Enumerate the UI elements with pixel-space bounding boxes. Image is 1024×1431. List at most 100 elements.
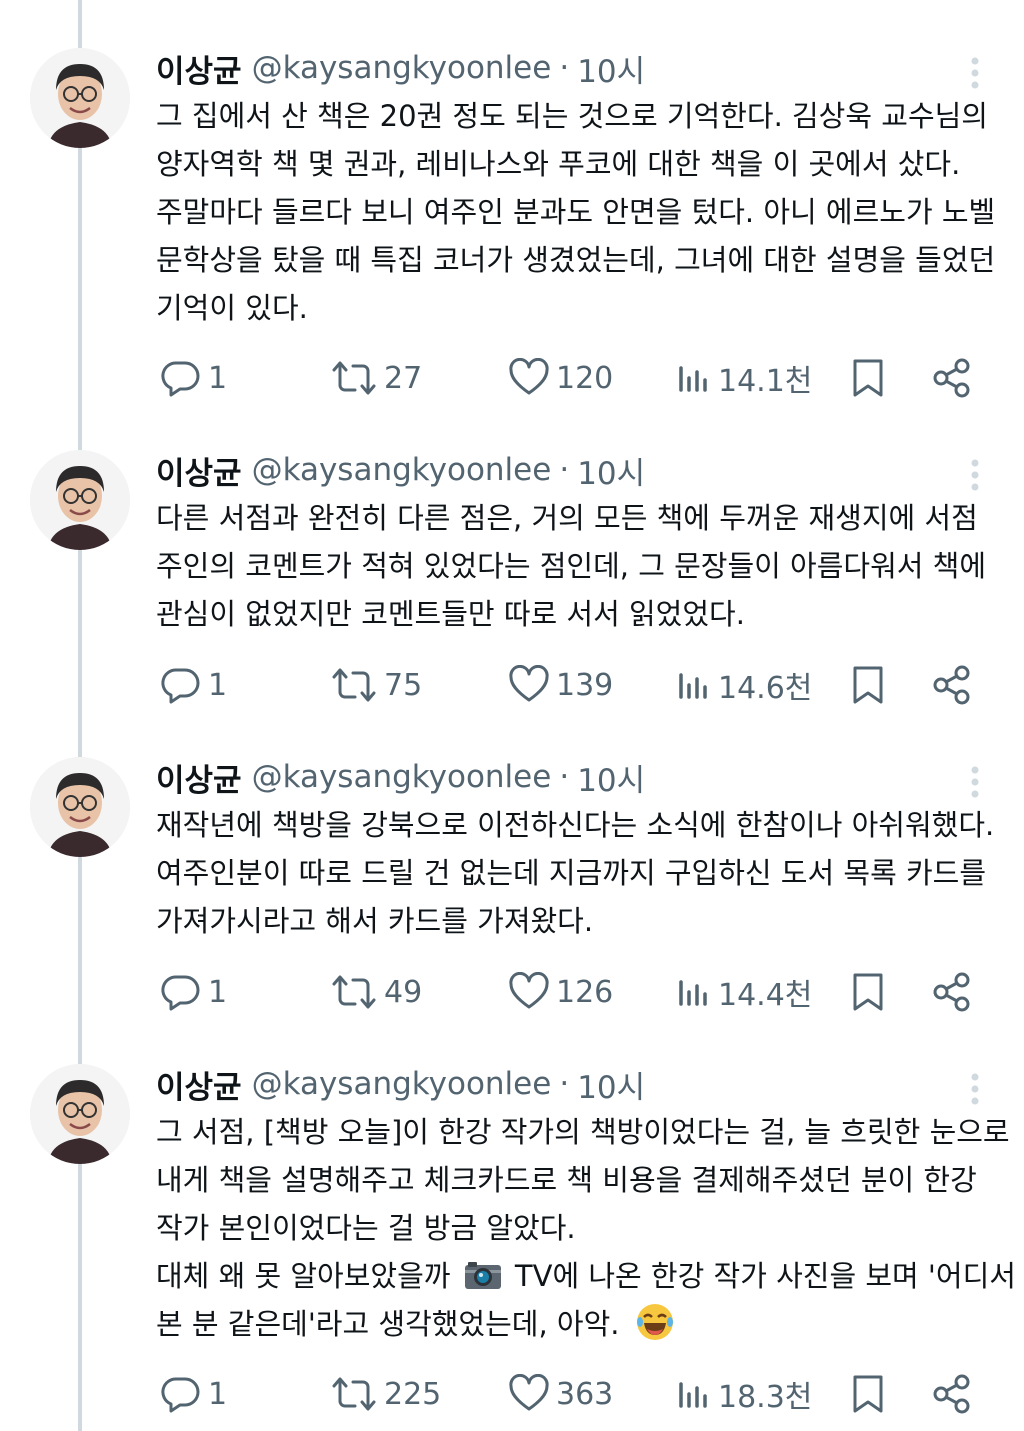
like-button[interactable]: 126: [508, 967, 613, 1017]
reply-icon: [160, 972, 202, 1012]
share-icon: [930, 664, 974, 706]
bookmark-button[interactable]: [850, 967, 886, 1017]
heart-icon: [508, 972, 550, 1012]
reply-count: 1: [208, 974, 228, 1010]
user-handle[interactable]: @kaysangkyoonlee: [252, 50, 552, 86]
retweet-icon: [330, 358, 378, 398]
views-icon: [676, 358, 712, 398]
text-segment: 대체 왜 못 알아보았을까: [156, 1259, 451, 1293]
views-icon: [676, 1374, 712, 1414]
share-button[interactable]: [930, 967, 974, 1017]
display-name[interactable]: 이상균: [156, 448, 242, 493]
heart-icon: [508, 358, 550, 398]
reply-icon: [160, 665, 202, 705]
bookmark-icon: [850, 1373, 886, 1415]
more-vertical-icon[interactable]: [960, 765, 990, 799]
action-bar: 1 225 363 18.3천: [0, 1369, 1024, 1419]
text-line: 그 집에서 산 책은 20권 정도 되는 것으로 기억한다. 김상욱 교수님의: [156, 99, 988, 133]
share-button[interactable]: [930, 1369, 974, 1419]
timestamp[interactable]: 10시: [577, 1062, 645, 1107]
retweet-button[interactable]: 75: [330, 660, 422, 710]
share-icon: [930, 971, 974, 1013]
bookmark-button[interactable]: [850, 1369, 886, 1419]
views-count: 18.3천: [718, 1380, 813, 1415]
avatar[interactable]: [30, 757, 130, 857]
timestamp[interactable]: 10시: [577, 448, 645, 493]
retweet-button[interactable]: 225: [330, 1369, 441, 1419]
laughing-emoji: [635, 1302, 675, 1342]
action-bar: 1 27 120 14.1천: [0, 353, 1024, 403]
user-handle[interactable]: @kaysangkyoonlee: [252, 759, 552, 795]
text-line: 문학상을 탔을 때 특집 코너가 생겼었는데, 그녀에 대한 설명을 들었던: [156, 243, 996, 277]
views-icon: [676, 972, 712, 1012]
timestamp[interactable]: 10시: [577, 755, 645, 800]
text-line: 여주인분이 따로 드릴 건 없는데 지금까지 구입하신 도서 목록 카드를: [156, 856, 987, 890]
avatar-image: [30, 450, 130, 550]
tweet-text: 그 서점, [책방 오늘]이 한강 작가의 책방이었다는 걸, 늘 흐릿한 눈으…: [156, 1108, 1016, 1348]
like-count: 126: [556, 974, 614, 1010]
text-line: 내게 책을 설명해주고 체크카드로 책 비용을 결제해주셨던 분이 한강: [156, 1163, 977, 1197]
reply-button[interactable]: 1: [160, 1369, 227, 1419]
tweet-text: 다른 서점과 완전히 다른 점은, 거의 모든 책에 두꺼운 재생지에 서점 주…: [156, 494, 1006, 638]
tweet-header: 이상균 @kaysangkyoonlee · 10시: [156, 46, 645, 91]
user-handle[interactable]: @kaysangkyoonlee: [252, 452, 552, 488]
text-line: 양자역학 책 몇 권과, 레비나스와 푸코에 대한 책을 이 곳에서 샀다.: [156, 147, 961, 181]
reply-count: 1: [208, 1376, 228, 1412]
camera-emoji: [464, 1256, 502, 1289]
reply-button[interactable]: 1: [160, 353, 227, 403]
text-line: 그 서점, [책방 오늘]이 한강 작가의 책방이었다는 걸, 늘 흐릿한 눈으…: [156, 1115, 1010, 1149]
views-icon: [676, 665, 712, 705]
tweet-header: 이상균 @kaysangkyoonlee · 10시: [156, 448, 645, 493]
bookmark-button[interactable]: [850, 353, 886, 403]
text-line: 작가 본인이었다는 걸 방금 알았다.: [156, 1211, 576, 1245]
like-count: 363: [556, 1376, 614, 1412]
retweet-icon: [330, 1374, 378, 1414]
bookmark-icon: [850, 357, 886, 399]
text-segment: 본 분 같은데'라고 생각했었는데, 아악.: [156, 1307, 620, 1341]
timestamp[interactable]: 10시: [577, 46, 645, 91]
user-handle[interactable]: @kaysangkyoonlee: [252, 1066, 552, 1102]
avatar[interactable]: [30, 1064, 130, 1164]
display-name[interactable]: 이상균: [156, 755, 242, 800]
display-name[interactable]: 이상균: [156, 1062, 242, 1107]
share-button[interactable]: [930, 660, 974, 710]
avatar[interactable]: [30, 48, 130, 148]
like-count: 139: [556, 667, 614, 703]
retweet-button[interactable]: 27: [330, 353, 422, 403]
avatar[interactable]: [30, 450, 130, 550]
views-button[interactable]: 14.6천: [676, 660, 812, 710]
like-button[interactable]: 120: [508, 353, 613, 403]
more-vertical-icon[interactable]: [960, 1072, 990, 1106]
retweet-button[interactable]: 49: [330, 967, 422, 1017]
like-button[interactable]: 363: [508, 1369, 613, 1419]
reply-button[interactable]: 1: [160, 967, 227, 1017]
more-vertical-icon[interactable]: [960, 56, 990, 90]
views-button[interactable]: 14.1천: [676, 353, 812, 403]
tweet[interactable]: 이상균 @kaysangkyoonlee · 10시 그 집에서 산 책은 20…: [0, 48, 1024, 428]
retweet-icon: [330, 665, 378, 705]
reply-button[interactable]: 1: [160, 660, 227, 710]
bookmark-icon: [850, 664, 886, 706]
separator-dot: ·: [559, 452, 570, 488]
more-vertical-icon[interactable]: [960, 458, 990, 492]
share-icon: [930, 1373, 974, 1415]
tweet[interactable]: 이상균 @kaysangkyoonlee · 10시 재작년에 책방을 강북으로…: [0, 757, 1024, 1037]
heart-icon: [508, 1374, 550, 1414]
tweet[interactable]: 이상균 @kaysangkyoonlee · 10시 다른 서점과 완전히 다른…: [0, 450, 1024, 730]
like-count: 120: [556, 360, 614, 396]
views-button[interactable]: 18.3천: [676, 1369, 812, 1419]
share-button[interactable]: [930, 353, 974, 403]
views-count: 14.6천: [718, 671, 813, 706]
avatar-image: [30, 48, 130, 148]
tweet[interactable]: 이상균 @kaysangkyoonlee · 10시 그 서점, [책방 오늘]…: [0, 1064, 1024, 1431]
bookmark-button[interactable]: [850, 660, 886, 710]
views-button[interactable]: 14.4천: [676, 967, 812, 1017]
display-name[interactable]: 이상균: [156, 46, 242, 91]
retweet-count: 49: [384, 974, 423, 1010]
like-button[interactable]: 139: [508, 660, 613, 710]
retweet-count: 27: [384, 360, 423, 396]
tweet-text: 재작년에 책방을 강북으로 이전하신다는 소식에 한참이나 아쉬워했다. 여주인…: [156, 801, 1006, 945]
retweet-count: 75: [384, 667, 423, 703]
reply-count: 1: [208, 360, 228, 396]
tweet-header: 이상균 @kaysangkyoonlee · 10시: [156, 1062, 645, 1107]
